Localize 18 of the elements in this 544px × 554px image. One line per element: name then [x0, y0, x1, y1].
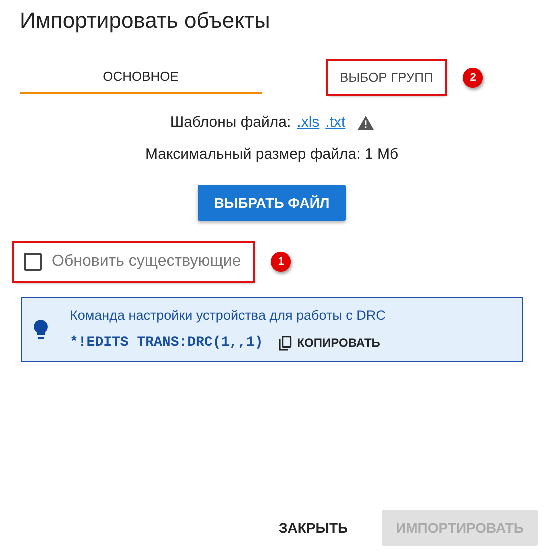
- callout-badge: 1: [271, 252, 292, 272]
- dialog-button[interactable]: ЗАКРЫТЬ: [264, 510, 362, 546]
- choose-file-button[interactable]: ВЫБРАТЬ ФАЙЛ: [198, 185, 346, 221]
- max-size-text: Максимальный размер файла: 1 Мб: [145, 146, 399, 163]
- update-checkbox[interactable]: Обновить существующие: [14, 243, 254, 281]
- dialog-title: Импортировать объекты: [20, 8, 272, 34]
- lightbulb-icon: [34, 320, 48, 340]
- tab[interactable]: ОСНОВНОЕ: [20, 61, 262, 94]
- command-text: *!EDITS TRANS:DRC(1,,1): [70, 335, 264, 351]
- checkbox[interactable]: [24, 253, 42, 271]
- copy-button[interactable]: КОПИРОВАТЬ: [279, 336, 380, 350]
- info-text: Команда настройки устройства для работы с DRC: [70, 308, 386, 323]
- callout-badge: 2: [463, 68, 484, 88]
- templates-label: Шаблоны файла:: [170, 114, 292, 131]
- template-link[interactable]: .xls: [297, 114, 320, 131]
- copy-icon: [279, 336, 292, 350]
- tab[interactable]: ВЫБОР ГРУПП: [328, 61, 446, 94]
- template-link[interactable]: .txt: [326, 114, 346, 131]
